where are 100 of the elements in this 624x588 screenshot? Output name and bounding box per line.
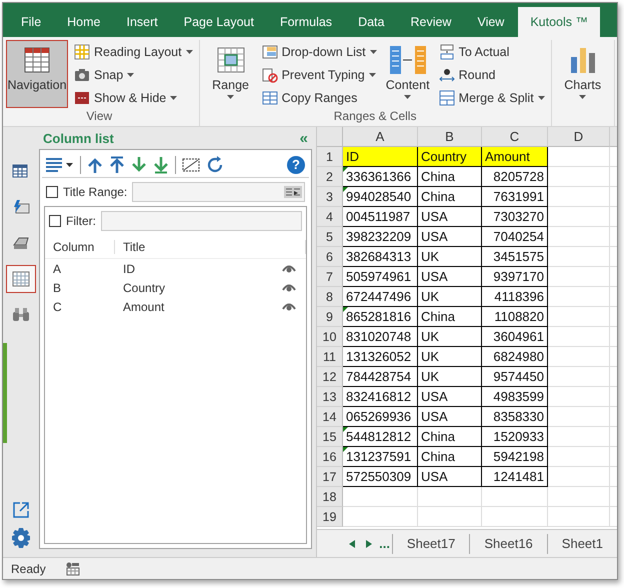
grid-icon bbox=[74, 44, 90, 60]
table-cell: 6824980 bbox=[482, 347, 548, 367]
scroll-left-icon[interactable] bbox=[348, 540, 355, 548]
ribbon-button[interactable]: Prevent Typing bbox=[262, 65, 377, 85]
move-to-bottom-icon[interactable] bbox=[153, 156, 169, 174]
field-label: Title Range: bbox=[63, 185, 128, 199]
row-header[interactable]: 13 bbox=[317, 387, 343, 407]
down-arrow-icon[interactable] bbox=[131, 156, 147, 174]
ribbon-button[interactable]: Navigation bbox=[6, 40, 68, 108]
table-cell: 505974961 bbox=[343, 267, 418, 287]
ribbon-tab[interactable]: File bbox=[9, 7, 54, 37]
ribbon-button[interactable]: To Actual bbox=[438, 42, 545, 62]
nav-button[interactable] bbox=[6, 265, 36, 293]
table-cell: 7303270 bbox=[482, 207, 548, 227]
row-header[interactable]: 11 bbox=[317, 347, 343, 367]
row-header[interactable]: 18 bbox=[317, 487, 343, 507]
table-cell: 994028540 bbox=[343, 187, 418, 207]
up-arrow-icon[interactable] bbox=[87, 156, 103, 174]
table-cell: 065269936 bbox=[343, 407, 418, 427]
copy-icon bbox=[262, 90, 278, 106]
column-header[interactable]: A bbox=[343, 127, 418, 147]
ribbon-tab[interactable]: Kutools ™ bbox=[518, 7, 600, 37]
row-header[interactable]: 15 bbox=[317, 427, 343, 447]
range-field[interactable] bbox=[132, 182, 305, 202]
help-button[interactable]: ? bbox=[287, 156, 305, 174]
settings-icon[interactable] bbox=[10, 527, 32, 549]
ribbon-button[interactable]: Charts bbox=[558, 40, 608, 108]
row-header[interactable]: 9 bbox=[317, 307, 343, 327]
ribbon-button[interactable]: Content bbox=[382, 40, 433, 108]
eye-icon[interactable] bbox=[282, 302, 296, 311]
splitter-handle[interactable] bbox=[3, 343, 7, 443]
row-header[interactable]: 7 bbox=[317, 267, 343, 287]
eye-icon[interactable] bbox=[282, 283, 296, 292]
ribbon-button[interactable]: Show & Hide bbox=[74, 88, 193, 108]
table-cell: 336361366 bbox=[343, 167, 418, 187]
ribbon-tab[interactable]: Home bbox=[55, 7, 112, 37]
ribbon-tab[interactable]: Data bbox=[346, 7, 396, 37]
checkbox[interactable] bbox=[49, 215, 61, 227]
list-cell-text: ID bbox=[122, 262, 136, 276]
filter-field[interactable] bbox=[101, 211, 302, 231]
field-label: Filter: bbox=[66, 214, 96, 228]
ribbon-tab[interactable]: Review bbox=[398, 7, 464, 37]
ribbon-tab[interactable]: Formulas bbox=[268, 7, 344, 37]
ribbon-button[interactable]: Copy Ranges bbox=[262, 88, 377, 108]
row-header[interactable]: 12 bbox=[317, 367, 343, 387]
row-header[interactable]: 4 bbox=[317, 207, 343, 227]
page-layout-icon[interactable] bbox=[66, 562, 80, 576]
range-select-icon[interactable] bbox=[284, 186, 302, 198]
ribbon-button[interactable]: Drop-down List bbox=[262, 42, 377, 62]
table-cell: 7631991 bbox=[482, 187, 548, 207]
table-cell: 865281816 bbox=[343, 307, 418, 327]
eye-icon[interactable] bbox=[282, 264, 296, 273]
table-cell: USA bbox=[418, 407, 482, 427]
row-header[interactable]: 8 bbox=[317, 287, 343, 307]
external-link-icon[interactable] bbox=[12, 501, 30, 519]
ribbon-button[interactable]: Snap bbox=[74, 65, 193, 85]
list-menu-icon[interactable] bbox=[46, 158, 74, 172]
convert-icon bbox=[438, 44, 455, 60]
table-cell: 4118396 bbox=[482, 287, 548, 307]
workbook-icon bbox=[12, 163, 30, 179]
list-icon bbox=[262, 44, 278, 60]
table-cell: 131326052 bbox=[343, 347, 418, 367]
move-to-top-icon[interactable] bbox=[109, 156, 125, 174]
ribbon-tab[interactable]: Insert bbox=[114, 7, 170, 37]
refresh-icon[interactable] bbox=[206, 156, 224, 174]
row-header[interactable]: 19 bbox=[317, 507, 343, 527]
ribbon-button[interactable]: Range bbox=[206, 40, 256, 108]
checkbox[interactable] bbox=[46, 186, 58, 198]
name-icon bbox=[12, 199, 30, 215]
column-header[interactable]: B bbox=[418, 127, 482, 147]
ribbon-button[interactable]: Merge & Split bbox=[438, 88, 545, 108]
list-cell-text: A bbox=[52, 262, 62, 276]
row-header[interactable]: 5 bbox=[317, 227, 343, 247]
table-cell: 784428754 bbox=[343, 367, 418, 387]
sheet-tab[interactable]: Sheet1 bbox=[546, 534, 617, 554]
columns-icon bbox=[388, 45, 428, 75]
row-header[interactable]: 14 bbox=[317, 407, 343, 427]
more-sheets-button[interactable]: ... bbox=[377, 536, 392, 551]
ribbon-tab[interactable]: View bbox=[465, 7, 516, 37]
ribbon-button[interactable]: Round bbox=[438, 65, 545, 85]
row-header[interactable]: 17 bbox=[317, 467, 343, 487]
toggle-icon[interactable] bbox=[182, 156, 200, 172]
table-cell: 544812812 bbox=[343, 427, 418, 447]
column-header[interactable]: D bbox=[548, 127, 610, 147]
table-cell: USA bbox=[418, 267, 482, 287]
ribbon-tab[interactable]: Page Layout bbox=[172, 7, 266, 37]
row-header[interactable]: 6 bbox=[317, 247, 343, 267]
sheet-tab[interactable]: Sheet17 bbox=[392, 534, 470, 554]
ribbon-button[interactable]: Reading Layout bbox=[74, 42, 193, 62]
column-header[interactable]: C bbox=[482, 127, 548, 147]
table-cell: 1241481 bbox=[482, 467, 548, 487]
row-header[interactable]: 3 bbox=[317, 187, 343, 207]
row-header[interactable]: 16 bbox=[317, 447, 343, 467]
row-header[interactable]: 10 bbox=[317, 327, 343, 347]
merge-icon bbox=[438, 90, 455, 106]
scroll-right-icon[interactable] bbox=[366, 540, 372, 548]
row-header[interactable]: 2 bbox=[317, 167, 343, 187]
row-header[interactable]: 1 bbox=[317, 147, 343, 167]
sheet-tab[interactable]: Sheet16 bbox=[469, 534, 547, 554]
table-cell: UK bbox=[418, 367, 482, 387]
